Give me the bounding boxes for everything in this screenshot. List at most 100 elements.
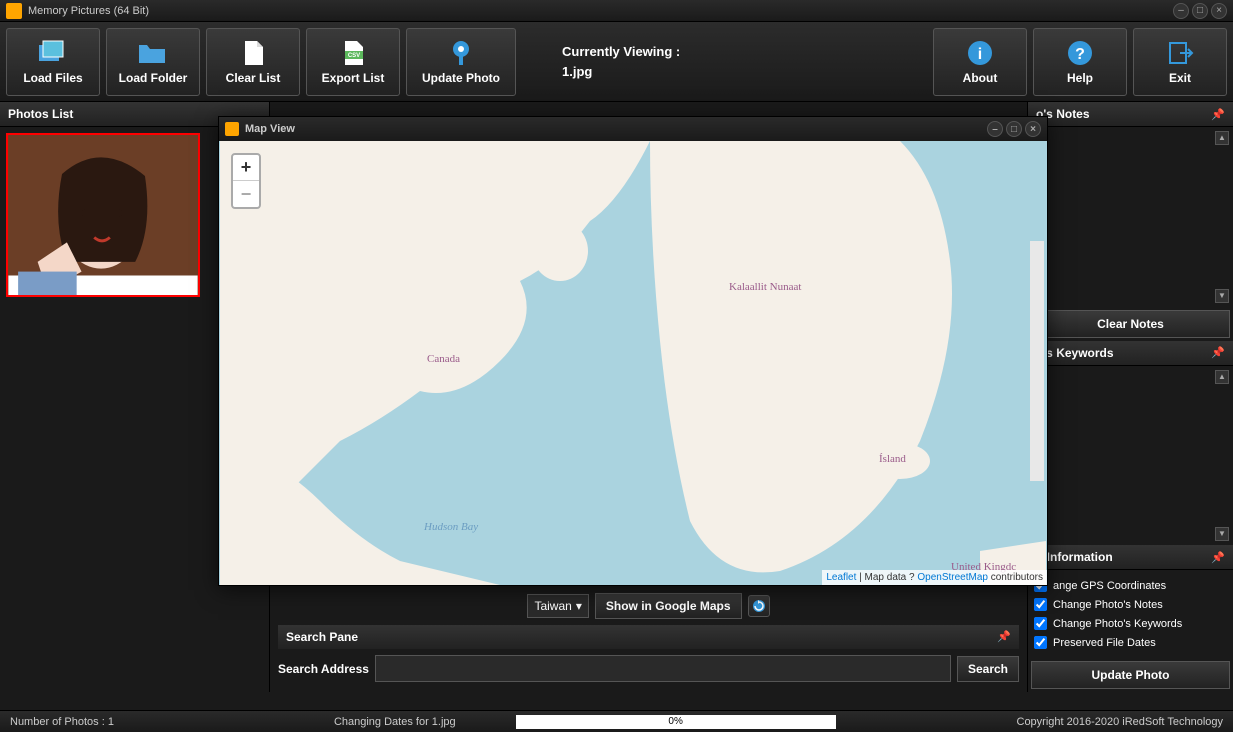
search-pin-icon[interactable]: 📌 bbox=[997, 630, 1011, 644]
clear-notes-button[interactable]: Clear Notes bbox=[1031, 310, 1230, 338]
map-canvas[interactable]: Canada Kalaallit Nunaat Hudson Bay Íslan… bbox=[219, 141, 1047, 585]
map-app-icon bbox=[225, 122, 239, 136]
zoom-out-button[interactable]: − bbox=[233, 181, 259, 207]
keywords-scroll-up[interactable]: ▲ bbox=[1215, 370, 1229, 384]
notes-checkbox-row[interactable]: Change Photo's Notes bbox=[1034, 595, 1227, 614]
map-view-window: Map View – □ × Canada Kalaallit bbox=[218, 116, 1048, 586]
notes-header: o's Notes 📌 bbox=[1028, 102, 1233, 127]
update-photo-label: Update Photo bbox=[422, 71, 500, 85]
search-pane-title: Search Pane bbox=[286, 630, 358, 644]
gps-checkbox-row[interactable]: ange GPS Coordinates bbox=[1034, 576, 1227, 595]
pin-icon bbox=[445, 39, 477, 67]
search-address-label: Search Address bbox=[278, 662, 369, 676]
minimize-button[interactable]: – bbox=[1173, 3, 1189, 19]
photos-list-title: Photos List bbox=[8, 107, 73, 121]
currently-viewing: Currently Viewing : 1.jpg bbox=[562, 42, 927, 81]
load-folder-button[interactable]: Load Folder bbox=[106, 28, 200, 96]
osm-link[interactable]: OpenStreetMap bbox=[917, 572, 988, 583]
chevron-down-icon: ▾ bbox=[576, 599, 582, 613]
close-button[interactable]: × bbox=[1211, 3, 1227, 19]
search-button[interactable]: Search bbox=[957, 656, 1019, 682]
progress-bar: 0% bbox=[516, 715, 836, 729]
zoom-in-button[interactable]: + bbox=[233, 155, 259, 181]
right-toolbar: i About ? Help Exit bbox=[933, 28, 1227, 96]
exit-icon bbox=[1164, 39, 1196, 67]
photo-thumbnail[interactable] bbox=[6, 133, 200, 297]
notes-scroll-up[interactable]: ▲ bbox=[1215, 131, 1229, 145]
viewing-file: 1.jpg bbox=[562, 62, 927, 82]
notes-checkbox[interactable] bbox=[1034, 598, 1047, 611]
help-button[interactable]: ? Help bbox=[1033, 28, 1127, 96]
keywords-checkbox[interactable] bbox=[1034, 617, 1047, 630]
geo-pin-icon[interactable]: 📌 bbox=[1211, 551, 1225, 564]
folder-icon bbox=[137, 39, 169, 67]
window-titlebar: Memory Pictures (64 Bit) – □ × bbox=[0, 0, 1233, 22]
csv-icon: CSV bbox=[337, 39, 369, 67]
refresh-map-button[interactable] bbox=[748, 595, 770, 617]
keywords-body[interactable]: ▲ ▼ bbox=[1028, 366, 1233, 546]
exit-button[interactable]: Exit bbox=[1133, 28, 1227, 96]
about-label: About bbox=[963, 71, 998, 85]
map-svg bbox=[219, 141, 1047, 585]
notes-body[interactable]: ▲ ▼ bbox=[1028, 127, 1233, 307]
map-titlebar[interactable]: Map View – □ × bbox=[219, 117, 1047, 141]
notes-scroll-down[interactable]: ▼ bbox=[1215, 289, 1229, 303]
about-button[interactable]: i About bbox=[933, 28, 1027, 96]
country-select[interactable]: Taiwan ▾ bbox=[527, 594, 588, 618]
gps-label: ange GPS Coordinates bbox=[1053, 580, 1166, 592]
keywords-pin-icon[interactable]: 📌 bbox=[1211, 346, 1225, 359]
help-label: Help bbox=[1067, 71, 1093, 85]
keywords-check-label: Change Photo's Keywords bbox=[1053, 618, 1182, 630]
right-sidebar: o's Notes 📌 ▲ ▼ Clear Notes o's Keywords… bbox=[1027, 102, 1233, 692]
notes-pin-icon[interactable]: 📌 bbox=[1211, 108, 1225, 121]
update-photo-button[interactable]: Update Photo bbox=[406, 28, 516, 96]
map-label-kalaallit: Kalaallit Nunaat bbox=[729, 281, 801, 293]
geo-panel: ange GPS Coordinates Change Photo's Note… bbox=[1028, 570, 1233, 658]
svg-text:?: ? bbox=[1075, 46, 1085, 63]
exit-label: Exit bbox=[1169, 71, 1191, 85]
map-minimize-button[interactable]: – bbox=[987, 121, 1003, 137]
map-label-canada: Canada bbox=[427, 353, 460, 365]
help-icon: ? bbox=[1064, 39, 1096, 67]
map-close-button[interactable]: × bbox=[1025, 121, 1041, 137]
leaflet-link[interactable]: Leaflet bbox=[826, 572, 856, 583]
load-files-button[interactable]: Load Files bbox=[6, 28, 100, 96]
clear-list-label: Clear List bbox=[226, 71, 281, 85]
attr-mid: | Map data ? bbox=[856, 572, 917, 583]
keywords-header: o's Keywords 📌 bbox=[1028, 341, 1233, 366]
main-toolbar: Load Files Load Folder Clear List CSV Ex… bbox=[0, 22, 1233, 102]
photo-count: Number of Photos : 1 bbox=[10, 716, 114, 728]
update-photo-side-button[interactable]: Update Photo bbox=[1031, 661, 1230, 689]
search-row: Search Address Search bbox=[278, 649, 1019, 688]
export-list-button[interactable]: CSV Export List bbox=[306, 28, 400, 96]
dates-label: Preserved File Dates bbox=[1053, 637, 1156, 649]
keywords-checkbox-row[interactable]: Change Photo's Keywords bbox=[1034, 614, 1227, 633]
export-list-label: Export List bbox=[322, 71, 385, 85]
clear-list-button[interactable]: Clear List bbox=[206, 28, 300, 96]
load-folder-label: Load Folder bbox=[119, 71, 188, 85]
app-icon bbox=[6, 3, 22, 19]
viewing-label: Currently Viewing : bbox=[562, 42, 927, 62]
svg-text:CSV: CSV bbox=[348, 53, 360, 59]
country-value: Taiwan bbox=[534, 599, 571, 613]
copyright: Copyright 2016-2020 iRedSoft Technology bbox=[1017, 716, 1224, 728]
country-row: Taiwan ▾ Show in Google Maps bbox=[278, 593, 1019, 619]
map-maximize-button[interactable]: □ bbox=[1006, 121, 1022, 137]
keywords-scroll-down[interactable]: ▼ bbox=[1215, 527, 1229, 541]
search-address-input[interactable] bbox=[375, 655, 951, 682]
map-label-island: Ísland bbox=[879, 453, 906, 465]
map-zoom-control: + − bbox=[231, 153, 261, 209]
document-icon bbox=[237, 39, 269, 67]
under-map-controls: Taiwan ▾ Show in Google Maps Search Pane… bbox=[270, 589, 1027, 692]
window-title: Memory Pictures (64 Bit) bbox=[28, 5, 1170, 17]
map-attribution: Leaflet | Map data ? OpenStreetMap contr… bbox=[822, 570, 1047, 585]
attr-end: contributors bbox=[988, 572, 1043, 583]
show-google-maps-button[interactable]: Show in Google Maps bbox=[595, 593, 742, 619]
files-icon bbox=[37, 39, 69, 67]
maximize-button[interactable]: □ bbox=[1192, 3, 1208, 19]
progress-text: 0% bbox=[516, 715, 836, 729]
map-label-hudson: Hudson Bay bbox=[424, 521, 478, 533]
dates-checkbox[interactable] bbox=[1034, 636, 1047, 649]
dates-checkbox-row[interactable]: Preserved File Dates bbox=[1034, 633, 1227, 652]
geo-header: g Information 📌 bbox=[1028, 545, 1233, 570]
